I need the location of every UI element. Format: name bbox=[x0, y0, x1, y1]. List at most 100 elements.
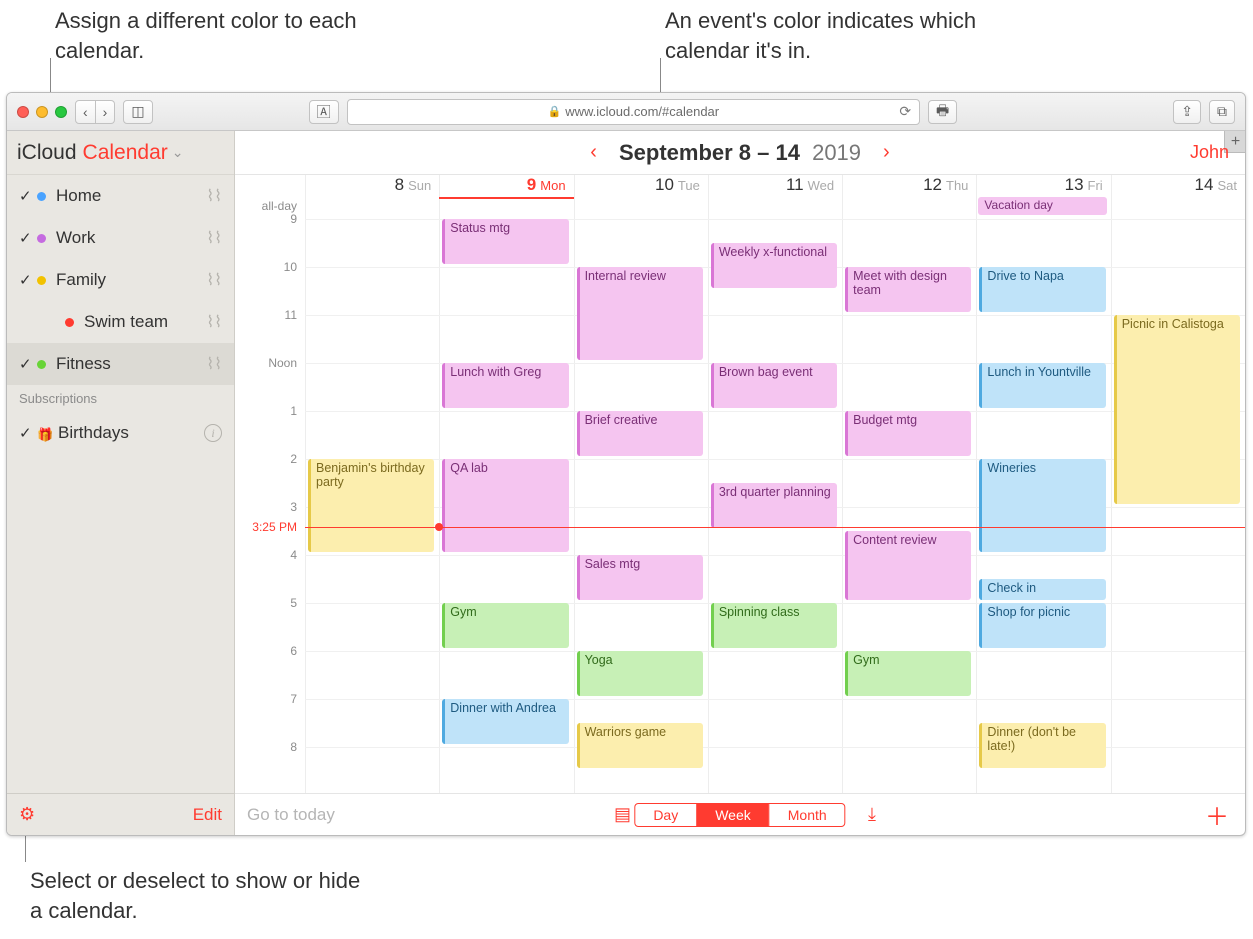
calendar-event[interactable]: Content review bbox=[845, 531, 971, 600]
calendar-name: Home bbox=[56, 186, 101, 206]
nav-back-forward: ‹ › bbox=[75, 100, 115, 124]
calendar-event[interactable]: Lunch with Greg bbox=[442, 363, 568, 408]
week-grid: all-day 91011Noon123456783:25 PM 8Sun9Mo… bbox=[235, 175, 1245, 793]
calendar-event[interactable]: Drive to Napa bbox=[979, 267, 1105, 312]
calendar-item-fitness[interactable]: ✓ Fitness ⌇⌇ bbox=[7, 343, 234, 385]
checkmark-icon[interactable]: ✓ bbox=[19, 355, 37, 373]
edit-button[interactable]: Edit bbox=[193, 805, 222, 825]
subscription-item-birthdays[interactable]: ✓🎁 Birthdays i bbox=[7, 412, 234, 454]
reload-icon[interactable]: ⟳ bbox=[899, 103, 911, 120]
calendar-event[interactable]: Yoga bbox=[577, 651, 703, 696]
date-range-text: September 8 – 14 bbox=[619, 140, 800, 165]
checkmark-icon[interactable]: ✓ bbox=[19, 229, 37, 247]
broadcast-icon[interactable]: ⌇⌇ bbox=[206, 312, 222, 332]
day-header: 14Sat bbox=[1111, 175, 1245, 197]
view-month[interactable]: Month bbox=[769, 804, 845, 826]
forward-button[interactable]: › bbox=[96, 100, 116, 124]
calendar-color-dot bbox=[37, 360, 46, 369]
url-text: www.icloud.com/#calendar bbox=[565, 104, 719, 119]
checkmark-icon[interactable]: ✓ bbox=[19, 424, 37, 442]
calendar-event[interactable]: Dinner (don't be late!) bbox=[979, 723, 1105, 768]
calendar-event[interactable]: Dinner with Andrea bbox=[442, 699, 568, 744]
calendar-label: Calendar bbox=[83, 141, 168, 165]
subscriptions-header: Subscriptions bbox=[7, 385, 234, 412]
today-marker bbox=[439, 197, 573, 199]
calendar-event[interactable]: Benjamin's birthday party bbox=[308, 459, 434, 552]
broadcast-icon[interactable]: ⌇⌇ bbox=[206, 354, 222, 374]
add-event-button[interactable]: ＋ bbox=[1205, 797, 1229, 832]
tabs-button[interactable]: ⧉ bbox=[1209, 100, 1235, 124]
close-window-button[interactable] bbox=[17, 106, 29, 118]
calendar-event[interactable]: Brown bag event bbox=[711, 363, 837, 408]
day-number: 13 bbox=[1065, 175, 1084, 195]
day-header: 10Tue bbox=[574, 175, 708, 197]
calendar-event[interactable]: Wineries bbox=[979, 459, 1105, 552]
callout-event-color: An event's color indicates which calenda… bbox=[665, 6, 985, 65]
calendar-name: Fitness bbox=[56, 354, 111, 374]
calendar-event[interactable]: Shop for picnic bbox=[979, 603, 1105, 648]
address-bar[interactable]: 🔒 www.icloud.com/#calendar ⟳ bbox=[347, 99, 920, 125]
mini-calendar-icon[interactable]: ▤ bbox=[614, 804, 631, 825]
allday-event[interactable]: Vacation day bbox=[978, 197, 1106, 215]
gift-icon: 🎁 bbox=[37, 427, 50, 440]
allday-label: all-day bbox=[235, 199, 305, 213]
broadcast-icon[interactable]: ⌇⌇ bbox=[206, 270, 222, 290]
calendar-event[interactable]: Picnic in Calistoga bbox=[1114, 315, 1240, 504]
calendar-event[interactable]: Weekly x-functional bbox=[711, 243, 837, 288]
calendar-item-work[interactable]: ✓ Work ⌇⌇ bbox=[7, 217, 234, 259]
calendar-event[interactable]: 3rd quarter planning bbox=[711, 483, 837, 528]
calendar-list: ✓Home⌇⌇✓Work⌇⌇✓Family⌇⌇Swim team⌇⌇✓Fitne… bbox=[7, 175, 234, 793]
calendar-event[interactable]: Budget mtg bbox=[845, 411, 971, 456]
download-icon[interactable]: ⤓ bbox=[868, 804, 876, 825]
calendar-event[interactable]: Meet with design team bbox=[845, 267, 971, 312]
safari-window: ‹ › ◫ 🄰 🔒 www.icloud.com/#calendar ⟳ 🖶 ⇪… bbox=[6, 92, 1246, 836]
hour-label: 7 bbox=[235, 692, 305, 706]
checkmark-icon[interactable]: ✓ bbox=[19, 187, 37, 205]
calendar-item-home[interactable]: ✓ Home ⌇⌇ bbox=[7, 175, 234, 217]
callout-color: Assign a different color to each calenda… bbox=[55, 6, 375, 65]
go-to-today[interactable]: Go to today bbox=[247, 805, 335, 825]
hour-label: 5 bbox=[235, 596, 305, 610]
calendar-event[interactable]: Sales mtg bbox=[577, 555, 703, 600]
calendar-event[interactable]: QA lab bbox=[442, 459, 568, 552]
info-icon[interactable]: i bbox=[204, 424, 222, 442]
back-button[interactable]: ‹ bbox=[75, 100, 96, 124]
user-name[interactable]: John bbox=[1190, 142, 1229, 163]
gear-icon[interactable]: ⚙ bbox=[19, 804, 35, 825]
reader-button[interactable]: 🄰 bbox=[309, 100, 339, 124]
sidebar-toggle-button[interactable]: ◫ bbox=[123, 100, 152, 124]
broadcast-icon[interactable]: ⌇⌇ bbox=[206, 186, 222, 206]
view-day[interactable]: Day bbox=[635, 804, 696, 826]
calendar-event[interactable]: Check in bbox=[979, 579, 1105, 600]
print-button[interactable]: 🖶 bbox=[928, 100, 957, 124]
calendar-event[interactable]: Gym bbox=[442, 603, 568, 648]
broadcast-icon[interactable]: ⌇⌇ bbox=[206, 228, 222, 248]
calendar-name: Work bbox=[56, 228, 95, 248]
calendar-item-family[interactable]: ✓Family⌇⌇ bbox=[7, 259, 234, 301]
day-number: 11 bbox=[786, 175, 804, 195]
minimize-window-button[interactable] bbox=[36, 106, 48, 118]
calendar-item-swim-team[interactable]: Swim team⌇⌇ bbox=[7, 301, 234, 343]
prev-week-button[interactable]: ‹ bbox=[584, 141, 603, 164]
hour-label: 6 bbox=[235, 644, 305, 658]
checkmark-icon[interactable]: ✓ bbox=[19, 271, 37, 289]
subscription-name: Birthdays bbox=[58, 423, 129, 443]
view-week[interactable]: Week bbox=[696, 804, 769, 826]
calendar-event[interactable]: Gym bbox=[845, 651, 971, 696]
calendar-event[interactable]: Spinning class bbox=[711, 603, 837, 648]
calendar-event[interactable]: Lunch in Yountville bbox=[979, 363, 1105, 408]
share-button[interactable]: ⇪ bbox=[1173, 100, 1201, 124]
day-name: Fri bbox=[1088, 178, 1103, 193]
day-header: 11Wed bbox=[708, 175, 842, 197]
calendar-event[interactable]: Status mtg bbox=[442, 219, 568, 264]
current-time-label: 3:25 PM bbox=[235, 520, 305, 534]
zoom-window-button[interactable] bbox=[55, 106, 67, 118]
app-title[interactable]: iCloud Calendar ⌄ bbox=[7, 131, 234, 175]
share-icon: ⇪ bbox=[1181, 103, 1193, 120]
next-week-button[interactable]: › bbox=[877, 141, 896, 164]
day-header: 8Sun bbox=[305, 175, 439, 197]
day-number: 14 bbox=[1195, 175, 1214, 195]
calendar-event[interactable]: Internal review bbox=[577, 267, 703, 360]
calendar-event[interactable]: Brief creative bbox=[577, 411, 703, 456]
calendar-event[interactable]: Warriors game bbox=[577, 723, 703, 768]
